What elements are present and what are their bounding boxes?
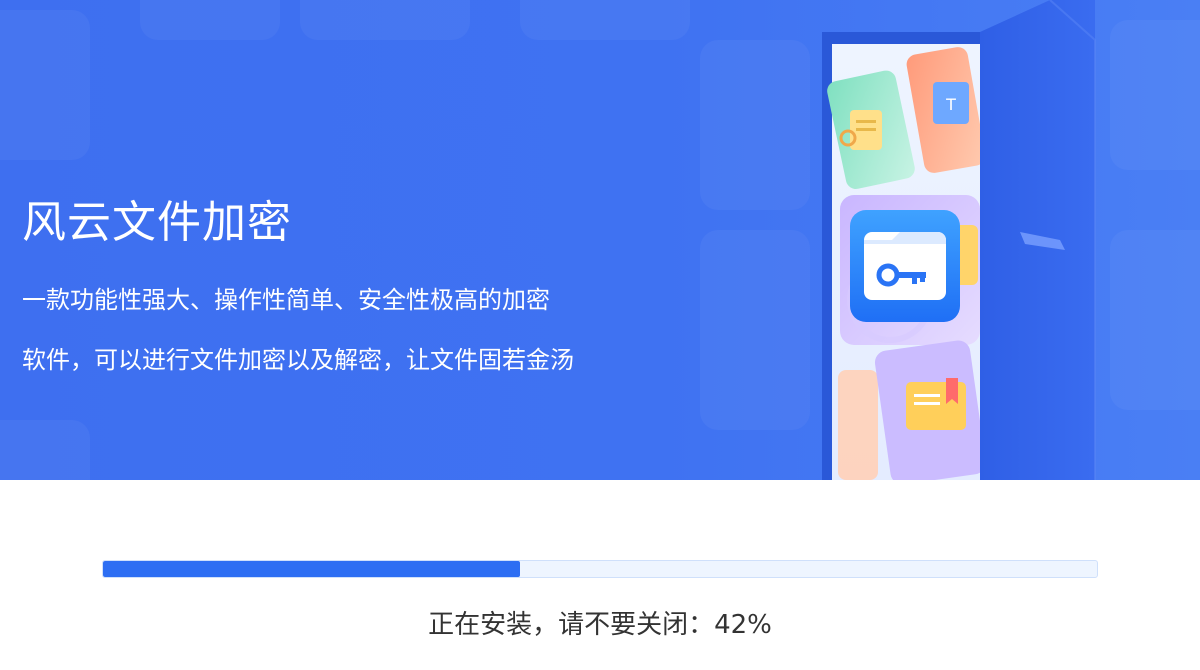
background-tile (520, 0, 690, 40)
app-description-line-1: 一款功能性强大、操作性简单、安全性极高的加密 (22, 286, 550, 314)
background-tile (140, 0, 280, 40)
background-tile (0, 420, 90, 480)
install-status-text: 正在安装，请不要关闭：42% (428, 610, 772, 640)
install-progress-bar (102, 560, 1098, 578)
door-illustration: T (820, 0, 1140, 480)
svg-text:T: T (945, 95, 956, 114)
background-tile (700, 230, 810, 430)
install-progress-fill (103, 561, 521, 577)
app-description-line-2: 软件，可以进行文件加密以及解密，让文件固若金汤 (22, 346, 574, 374)
folder-bookmark-icon (874, 340, 986, 480)
hero-banner: 风云文件加密 一款功能性强大、操作性简单、安全性极高的加密 软件，可以进行文件加… (0, 0, 1200, 480)
app-title: 风云文件加密 (22, 197, 292, 248)
encrypted-folder-key-icon (850, 210, 960, 322)
background-tile (300, 0, 470, 40)
background-tile (0, 10, 90, 160)
background-tile (700, 40, 810, 210)
